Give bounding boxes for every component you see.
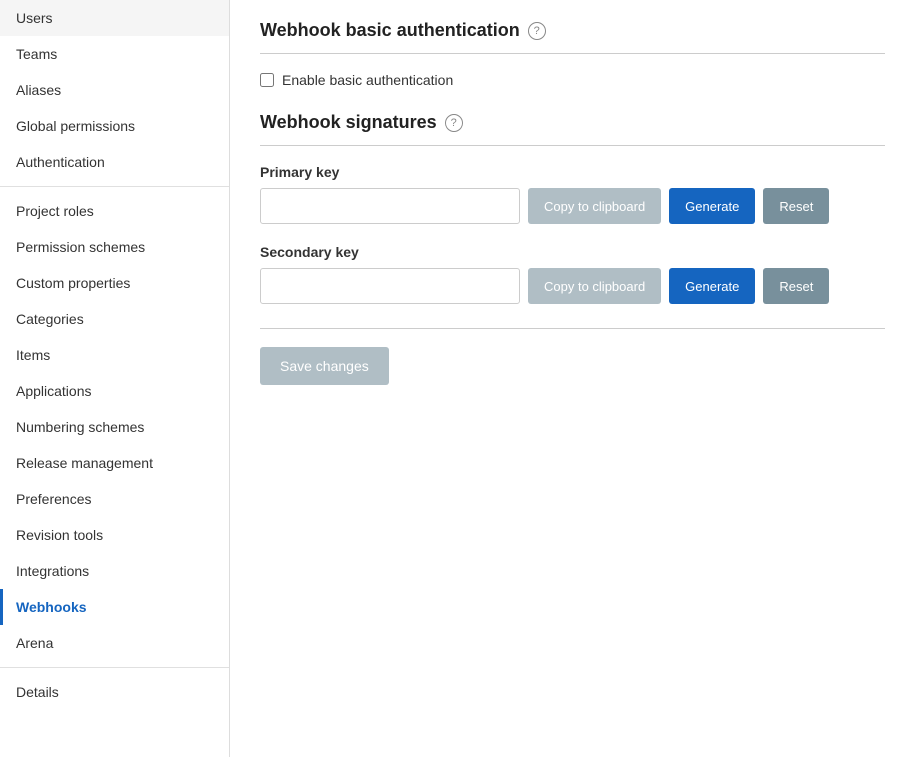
save-divider bbox=[260, 328, 885, 329]
sidebar-item-aliases[interactable]: Aliases bbox=[0, 72, 229, 108]
sidebar-item-details[interactable]: Details bbox=[0, 674, 229, 710]
basic-auth-checkbox-row: Enable basic authentication bbox=[260, 72, 885, 88]
primary-key-input[interactable] bbox=[260, 188, 520, 224]
sidebar-item-applications[interactable]: Applications bbox=[0, 373, 229, 409]
sidebar-item-permission-schemes[interactable]: Permission schemes bbox=[0, 229, 229, 265]
primary-key-row: Copy to clipboard Generate Reset bbox=[260, 188, 885, 224]
basic-auth-title-text: Webhook basic authentication bbox=[260, 20, 520, 41]
secondary-key-input[interactable] bbox=[260, 268, 520, 304]
signatures-title: Webhook signatures ? bbox=[260, 112, 885, 133]
secondary-key-row: Copy to clipboard Generate Reset bbox=[260, 268, 885, 304]
sidebar-item-custom-properties[interactable]: Custom properties bbox=[0, 265, 229, 301]
save-row: Save changes bbox=[260, 347, 885, 385]
sidebar-item-categories[interactable]: Categories bbox=[0, 301, 229, 337]
primary-key-reset-button[interactable]: Reset bbox=[763, 188, 829, 224]
sidebar-item-global-permissions[interactable]: Global permissions bbox=[0, 108, 229, 144]
sidebar-item-release-management[interactable]: Release management bbox=[0, 445, 229, 481]
secondary-key-copy-button[interactable]: Copy to clipboard bbox=[528, 268, 661, 304]
enable-basic-auth-checkbox[interactable] bbox=[260, 73, 274, 87]
sidebar-item-integrations[interactable]: Integrations bbox=[0, 553, 229, 589]
sidebar-divider-1 bbox=[0, 186, 229, 187]
primary-key-label: Primary key bbox=[260, 164, 885, 180]
sidebar-item-users[interactable]: Users bbox=[0, 0, 229, 36]
secondary-key-reset-button[interactable]: Reset bbox=[763, 268, 829, 304]
sidebar-item-arena[interactable]: Arena bbox=[0, 625, 229, 661]
signatures-help-icon[interactable]: ? bbox=[445, 114, 463, 132]
signatures-divider bbox=[260, 145, 885, 146]
secondary-key-label: Secondary key bbox=[260, 244, 885, 260]
main-content: Webhook basic authentication ? Enable ba… bbox=[230, 0, 915, 757]
sidebar-item-items[interactable]: Items bbox=[0, 337, 229, 373]
save-changes-button[interactable]: Save changes bbox=[260, 347, 389, 385]
primary-key-copy-button[interactable]: Copy to clipboard bbox=[528, 188, 661, 224]
sidebar-divider-2 bbox=[0, 667, 229, 668]
sidebar-item-preferences[interactable]: Preferences bbox=[0, 481, 229, 517]
basic-auth-divider bbox=[260, 53, 885, 54]
sidebar-item-webhooks[interactable]: Webhooks bbox=[0, 589, 229, 625]
sidebar: Users Teams Aliases Global permissions A… bbox=[0, 0, 230, 757]
primary-key-generate-button[interactable]: Generate bbox=[669, 188, 755, 224]
signatures-title-text: Webhook signatures bbox=[260, 112, 437, 133]
secondary-key-generate-button[interactable]: Generate bbox=[669, 268, 755, 304]
sidebar-item-teams[interactable]: Teams bbox=[0, 36, 229, 72]
basic-auth-title: Webhook basic authentication ? bbox=[260, 20, 885, 41]
enable-basic-auth-label[interactable]: Enable basic authentication bbox=[282, 72, 453, 88]
sidebar-item-project-roles[interactable]: Project roles bbox=[0, 193, 229, 229]
sidebar-item-revision-tools[interactable]: Revision tools bbox=[0, 517, 229, 553]
sidebar-item-authentication[interactable]: Authentication bbox=[0, 144, 229, 180]
signatures-section: Webhook signatures ? Primary key Copy to… bbox=[260, 112, 885, 304]
basic-auth-help-icon[interactable]: ? bbox=[528, 22, 546, 40]
basic-auth-section: Webhook basic authentication ? Enable ba… bbox=[260, 20, 885, 88]
sidebar-item-numbering-schemes[interactable]: Numbering schemes bbox=[0, 409, 229, 445]
